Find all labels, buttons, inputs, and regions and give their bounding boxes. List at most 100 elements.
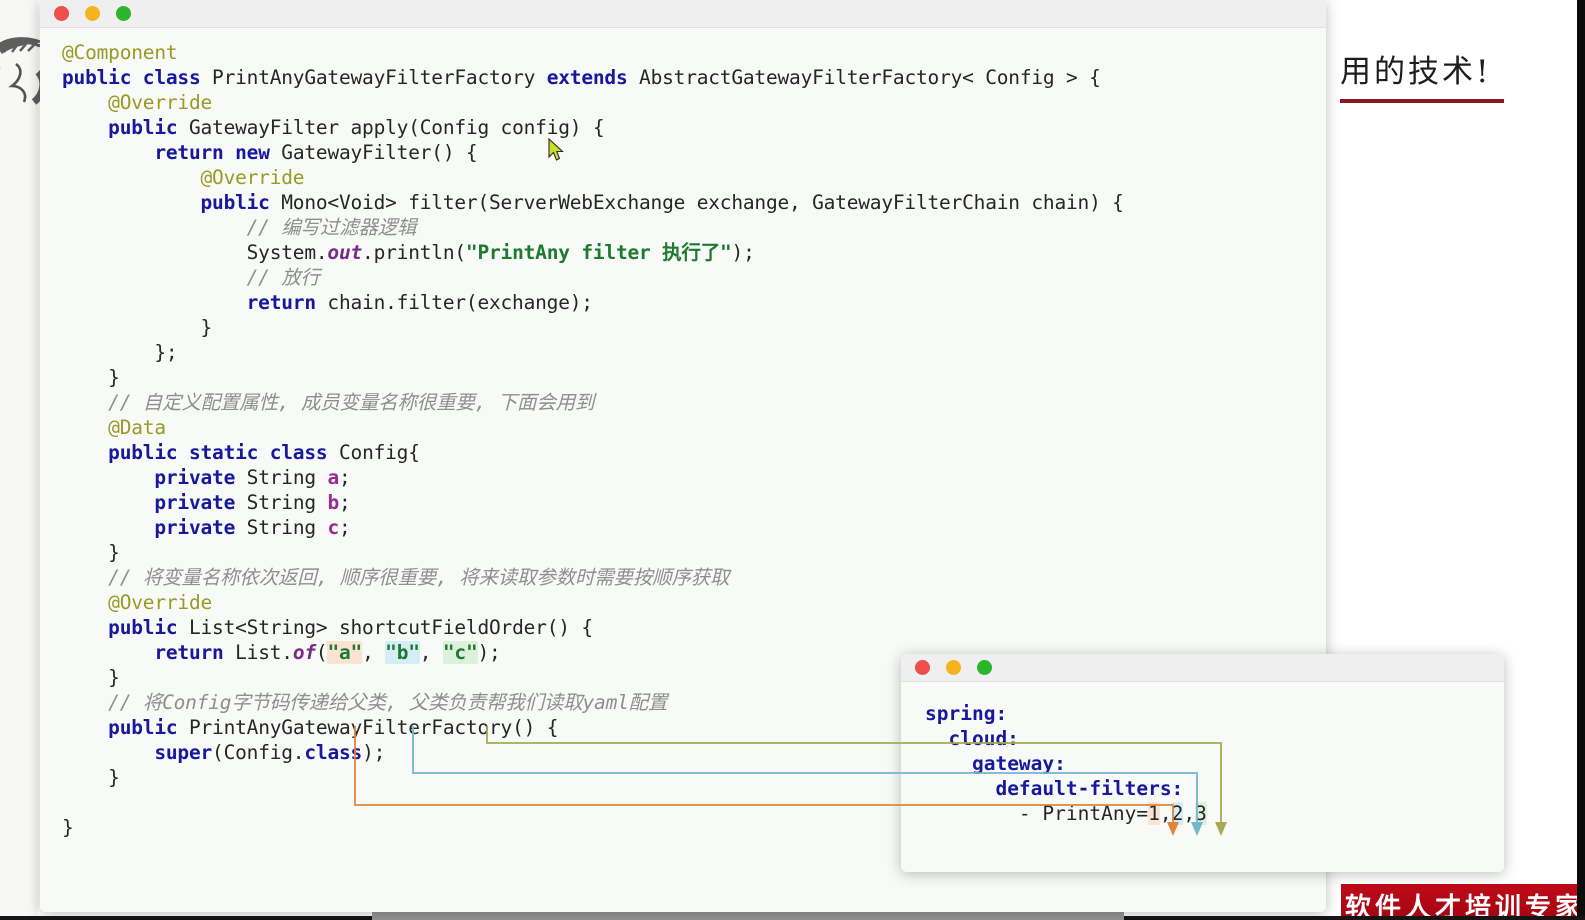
code-line: // 放行 [62,265,1326,290]
code-token: "b" [385,641,420,664]
code-token: } [108,541,120,564]
code-token: @Component [62,41,178,64]
code-line: }; [62,340,1326,365]
code-line: @Data [62,415,1326,440]
code-token: public [108,716,189,739]
code-token: // 自定义配置属性, 成员变量名称很重要, 下面会用到 [108,391,595,414]
code-token: class [304,741,363,764]
code-line: // 自定义配置属性, 成员变量名称很重要, 下面会用到 [62,390,1326,415]
code-token: private [154,491,247,514]
code-token: b [327,491,339,514]
code-line: private String b; [62,490,1326,515]
screen-right-edge [1577,0,1585,920]
code-token: System. [246,241,328,264]
code-token: "c" [442,641,478,664]
code-line: @Component [62,40,1326,65]
code-token: return [246,291,328,314]
code-token: return new [154,141,282,164]
slide-left-gutter [0,0,38,920]
maximize-window-button[interactable] [977,660,992,675]
code-line: @Override [62,590,1326,615]
code-token: PrintAnyGatewayFilterFactory() { [188,716,559,739]
yaml-token: 3 [1195,802,1207,825]
code-line: System.out.println("PrintAny filter 执行了"… [62,240,1326,265]
code-token: AbstractGatewayFilterFactory< Config > { [639,66,1101,89]
code-token: .println( [362,241,466,264]
code-token: "PrintAny filter 执行了" [465,241,732,264]
yaml-token: , [1183,802,1196,825]
code-token: out [327,241,363,264]
code-token: @Override [200,166,305,189]
code-token: ( [315,641,328,664]
yaml-config-window: spring: cloud: gateway: default-filters:… [901,654,1504,872]
code-token: // 将Config字节码传递给父类, 父类负责帮我们读取yaml配置 [108,691,668,714]
code-line: @Override [62,90,1326,115]
close-window-button[interactable] [915,660,930,675]
code-token: @Data [108,416,166,439]
code-token: ); [477,641,501,664]
code-token: ; [338,466,351,489]
yaml-token: 2 [1171,802,1184,825]
code-token: extends [546,66,640,89]
maximize-window-button[interactable] [116,6,131,21]
code-line: // 将变量名称依次返回, 顺序很重要, 将来读取参数时需要按顺序获取 [62,565,1326,590]
code-line: public class PrintAnyGatewayFilterFactor… [62,65,1326,90]
code-window-titlebar[interactable] [40,0,1326,28]
minimize-window-button[interactable] [85,6,100,21]
code-token: }; [154,341,178,364]
yaml-source-code[interactable]: spring: cloud: gateway: default-filters:… [901,682,1504,825]
yaml-line: gateway: [925,748,1504,775]
code-token: ; [338,491,351,514]
yaml-token: , [1159,802,1172,825]
code-token: // 将变量名称依次返回, 顺序很重要, 将来读取参数时需要按顺序获取 [108,566,730,589]
code-token: (Config. [212,741,305,764]
minimize-window-button[interactable] [946,660,961,675]
code-line: private String c; [62,515,1326,540]
code-line: } [62,540,1326,565]
code-token: } [108,666,120,689]
code-token: , [419,641,443,664]
code-token: public [108,616,189,639]
code-line: } [62,315,1326,340]
code-token: private [154,516,247,539]
code-token: ); [731,241,755,264]
slide-heading: 用的技术! [1340,54,1492,90]
yaml-window-titlebar[interactable] [901,654,1504,682]
code-token: , [362,641,386,664]
code-token: private [154,466,247,489]
code-line: public static class Config{ [62,440,1326,465]
code-token: public [200,191,282,214]
code-token: String [246,491,328,514]
code-token: String [246,466,328,489]
slide-heading-underline [1340,99,1504,103]
code-token: c [327,516,339,539]
code-token: } [108,366,120,389]
code-token: Mono<Void> filter(ServerWebExchange exch… [281,191,1124,214]
code-token: List. [235,641,293,664]
yaml-token: gateway: [971,752,1066,775]
footer-brand-banner: 软件人才培训专家 [1341,884,1585,920]
yaml-token: - PrintAny= [1018,802,1149,825]
code-line: @Override [62,165,1326,190]
yaml-token: cloud: [948,727,1019,750]
code-token: String [246,516,328,539]
code-token: public class [62,66,213,89]
code-token: } [200,316,213,339]
code-token: @Override [108,591,213,614]
code-token: // 编写过滤器逻辑 [246,216,417,239]
yaml-line: - PrintAny=1,2,3 [925,798,1504,825]
code-line: return chain.filter(exchange); [62,290,1326,315]
yaml-line: default-filters: [925,773,1504,800]
code-token: List<String> shortcutFieldOrder() { [188,616,593,639]
close-window-button[interactable] [54,6,69,21]
code-line: public List<String> shortcutFieldOrder()… [62,615,1326,640]
code-token: } [108,766,120,789]
yaml-token: default-filters: [995,777,1184,800]
yaml-token: spring: [925,702,1008,725]
yaml-line: cloud: [925,723,1504,750]
code-line: public Mono<Void> filter(ServerWebExchan… [62,190,1326,215]
code-token: ); [362,741,386,764]
mouse-pointer [548,137,565,162]
code-token: public [108,116,189,139]
code-token: of [292,641,316,664]
